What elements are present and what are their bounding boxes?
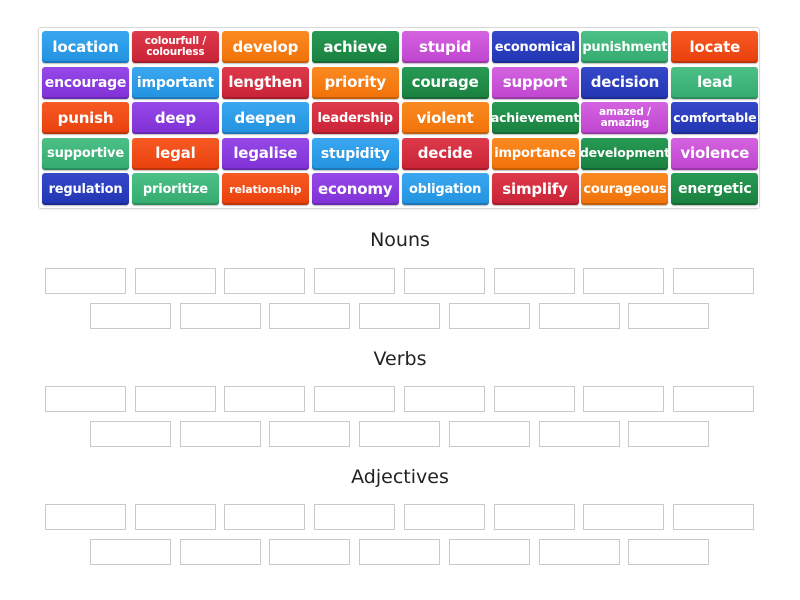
drop-slot-verbs[interactable]	[179, 421, 261, 447]
drop-slot-nouns[interactable]	[269, 303, 351, 329]
drop-slot-nouns[interactable]	[314, 268, 396, 294]
drop-slot-adjectives[interactable]	[448, 539, 530, 565]
drop-slot-nouns[interactable]	[672, 268, 754, 294]
word-tile-obligation[interactable]: obligation	[401, 173, 489, 205]
drop-slot-adjectives[interactable]	[672, 504, 754, 530]
drop-slot-adjectives[interactable]	[359, 539, 441, 565]
drop-slot-adjectives[interactable]	[134, 504, 216, 530]
drop-slot-verbs[interactable]	[583, 386, 665, 412]
drop-slot-verbs[interactable]	[224, 386, 306, 412]
drop-slot-verbs[interactable]	[538, 421, 620, 447]
group-heading-verbs: Verbs	[373, 348, 427, 370]
word-tile-develop[interactable]: develop	[221, 31, 309, 63]
drop-slot-nouns[interactable]	[179, 303, 261, 329]
drop-slot-adjectives[interactable]	[314, 504, 396, 530]
drop-slot-nouns[interactable]	[493, 268, 575, 294]
word-tile-amazed-amazing[interactable]: amazed / amazing	[581, 102, 669, 134]
drop-slot-adjectives[interactable]	[45, 504, 126, 530]
drop-slot-verbs[interactable]	[314, 386, 396, 412]
drop-slot-nouns[interactable]	[538, 303, 620, 329]
drop-slot-verbs[interactable]	[628, 421, 710, 447]
drop-slot-nouns[interactable]	[224, 268, 306, 294]
word-tile-stupid[interactable]: stupid	[401, 31, 489, 63]
word-tile-comfortable[interactable]: comfortable	[671, 102, 759, 134]
word-tile-colourfull-colourless[interactable]: colourfull / colourless	[131, 31, 219, 63]
word-tile-supportive[interactable]: supportive	[42, 137, 129, 170]
word-tile-priority[interactable]: priority	[311, 66, 399, 99]
drop-slot-nouns[interactable]	[359, 303, 441, 329]
word-tile-legal[interactable]: legal	[131, 137, 219, 170]
word-tile-important[interactable]: important	[131, 66, 219, 99]
word-tile-violence[interactable]: violence	[671, 137, 759, 170]
word-tile-punishment[interactable]: punishment	[581, 31, 669, 63]
word-tile-leadership[interactable]: leadership	[311, 102, 399, 134]
group-heading-adjectives: Adjectives	[351, 466, 449, 488]
word-tile-achievement[interactable]: achievement	[491, 102, 579, 134]
word-tile-lead[interactable]: lead	[671, 66, 759, 99]
word-tile-prioritize[interactable]: prioritize	[131, 173, 219, 205]
word-tile-lengthen[interactable]: lengthen	[221, 66, 309, 99]
drop-slot-nouns[interactable]	[403, 268, 485, 294]
word-tile-deepen[interactable]: deepen	[221, 102, 309, 134]
word-tile-development[interactable]: development	[581, 137, 669, 170]
word-tile-stupidity[interactable]: stupidity	[311, 137, 399, 170]
word-tile-importance[interactable]: importance	[491, 137, 579, 170]
word-tile-regulation[interactable]: regulation	[42, 173, 129, 205]
word-tile-location[interactable]: location	[42, 31, 129, 63]
drop-slot-nouns[interactable]	[628, 303, 710, 329]
word-tile-legalise[interactable]: legalise	[221, 137, 309, 170]
drop-slot-nouns[interactable]	[90, 303, 171, 329]
drop-slot-adjectives[interactable]	[179, 539, 261, 565]
drop-slot-adjectives[interactable]	[583, 504, 665, 530]
drop-slot-nouns[interactable]	[583, 268, 665, 294]
drop-slot-nouns[interactable]	[448, 303, 530, 329]
drop-slot-nouns[interactable]	[134, 268, 216, 294]
word-tile-simplify[interactable]: simplify	[491, 173, 579, 205]
drop-slot-verbs[interactable]	[359, 421, 441, 447]
drop-slot-verbs[interactable]	[403, 386, 485, 412]
word-tile-punish[interactable]: punish	[42, 102, 129, 134]
drop-slot-verbs[interactable]	[448, 421, 530, 447]
word-tile-deep[interactable]: deep	[131, 102, 219, 134]
drop-slot-verbs[interactable]	[493, 386, 575, 412]
drop-slot-adjectives[interactable]	[493, 504, 575, 530]
drop-slot-adjectives[interactable]	[90, 539, 171, 565]
word-tile-decision[interactable]: decision	[581, 66, 669, 99]
drop-slot-nouns[interactable]	[45, 268, 126, 294]
drop-slot-adjectives[interactable]	[628, 539, 710, 565]
word-tile-encourage[interactable]: encourage	[42, 66, 129, 99]
word-tile-violent[interactable]: violent	[401, 102, 489, 134]
word-tile-courageous[interactable]: courageous	[581, 173, 669, 205]
drop-slot-adjectives[interactable]	[538, 539, 620, 565]
drop-slot-adjectives[interactable]	[403, 504, 485, 530]
drop-slot-verbs[interactable]	[672, 386, 754, 412]
word-tile-economy[interactable]: economy	[311, 173, 399, 205]
word-tile-support[interactable]: support	[491, 66, 579, 99]
word-tile-courage[interactable]: courage	[401, 66, 489, 99]
word-tile-locate[interactable]: locate	[671, 31, 759, 63]
group-heading-nouns: Nouns	[370, 229, 430, 251]
drop-slot-adjectives[interactable]	[224, 504, 306, 530]
drop-slot-adjectives[interactable]	[269, 539, 351, 565]
drop-slot-verbs[interactable]	[134, 386, 216, 412]
drop-slot-verbs[interactable]	[90, 421, 171, 447]
word-tile-decide[interactable]: decide	[401, 137, 489, 170]
word-tile-achieve[interactable]: achieve	[311, 31, 399, 63]
drop-slot-verbs[interactable]	[269, 421, 351, 447]
drop-slot-verbs[interactable]	[45, 386, 126, 412]
word-tile-relationship[interactable]: relationship	[221, 173, 309, 205]
word-tile-energetic[interactable]: energetic	[671, 173, 759, 205]
word-tile-economical[interactable]: economical	[491, 31, 579, 63]
